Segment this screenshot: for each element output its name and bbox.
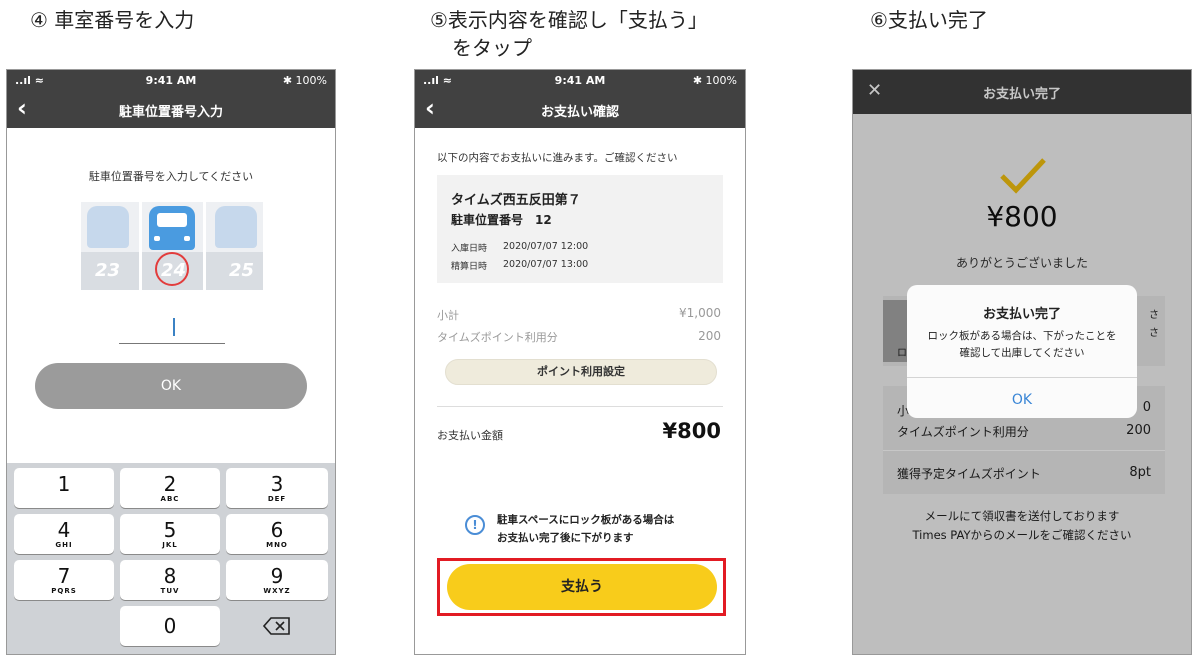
key-3[interactable]: 3 DEF	[226, 468, 328, 508]
entry-time-value: 2020/07/07 12:00	[503, 241, 589, 252]
numeric-keypad: 1 2 ABC 3 DEF 4 GHI 5 JKL 6 MNO 7 PQRS 8 TUV 9W…	[7, 463, 335, 654]
key-2[interactable]: 2 ABC	[120, 468, 220, 508]
dialog-message-line1: ロック板がある場合は、下がったことを	[927, 330, 1117, 342]
settle-time-label: 精算日時	[451, 262, 488, 272]
slot-number-line: 駐車位置番号 12	[451, 213, 552, 227]
settle-time-value: 2020/07/07 13:00	[503, 259, 589, 270]
amount-value: ¥800	[662, 419, 721, 443]
nav-bar: ‹ 駐車位置番号入力	[7, 92, 335, 128]
parking-details-card: タイムズ西五反田第７ 駐車位置番号 12 入庫日時 2020/07/07 12:…	[437, 175, 723, 283]
key-7[interactable]: 7 PQRS	[14, 560, 114, 600]
facility-name: タイムズ西五反田第７	[451, 193, 581, 208]
lock-notice-line2: お支払い完了後に下がります	[497, 532, 634, 544]
step5-caption-line2: をタップ	[452, 36, 532, 60]
highlighted-car-icon	[149, 206, 195, 250]
selected-slot-circle	[155, 252, 189, 286]
status-bar: ..ıl ≈ 9:41 AM ✱ 100%	[7, 70, 335, 92]
backspace-icon[interactable]	[262, 617, 291, 635]
step6-caption: ⑥支払い完了	[870, 8, 988, 32]
step4-caption: ④ 車室番号を入力	[30, 8, 195, 32]
ok-button[interactable]: OK	[35, 363, 307, 409]
status-bar: ..ıl ≈ 9:41 AM ✱ 100%	[415, 70, 745, 92]
phone-screen-payment-confirm: ..ıl ≈ 9:41 AM ✱ 100% ‹ お支払い確認 以下の内容でお支払…	[414, 69, 746, 655]
key-6[interactable]: 6 MNO	[226, 514, 328, 554]
key-1[interactable]: 1	[14, 468, 114, 508]
screen-title: お支払い確認	[540, 105, 619, 120]
key-8[interactable]: 8 TUV	[120, 560, 220, 600]
battery-icon: ✱ 100%	[692, 74, 737, 87]
key-5[interactable]: 5 JKL	[120, 514, 220, 554]
phone-screen-slot-input: ..ıl ≈ 9:41 AM ✱ 100% ‹ 駐車位置番号入力 駐車位置番号を…	[6, 69, 336, 655]
slot-label-23: 23	[95, 260, 121, 281]
phone-screen-payment-complete: ✕ お支払い完了 ¥800 ありがとうございました ロ さ さ 小 0 タイムズ…	[852, 69, 1192, 655]
dialog-ok-button[interactable]: OK	[907, 392, 1137, 408]
completion-alert-dialog: お支払い完了 ロック板がある場合は、下がったことを 確認して出庫してください O…	[907, 285, 1137, 418]
screen-title: 駐車位置番号入力	[118, 105, 223, 120]
parked-car-left	[87, 206, 129, 248]
points-used-value: 200	[698, 329, 721, 343]
slot-label-25: 25	[229, 260, 255, 281]
key-9[interactable]: 9 WXYZ	[226, 560, 328, 600]
dialog-title: お支払い完了	[982, 307, 1061, 322]
text-cursor	[173, 318, 175, 336]
amount-label: お支払い金額	[437, 429, 503, 442]
subtotal-label: 小計	[437, 309, 459, 322]
entry-time-label: 入庫日時	[451, 244, 488, 254]
key-4[interactable]: 4 GHI	[14, 514, 114, 554]
parking-illustration: 23 24 25	[81, 202, 263, 290]
divider	[437, 406, 723, 407]
subtotal-value: ¥1,000	[679, 306, 721, 320]
key-0[interactable]: 0	[120, 606, 220, 646]
battery-icon: ✱ 100%	[282, 74, 327, 87]
pay-button[interactable]: 支払う	[447, 564, 717, 610]
lock-notice-line1: 駐車スペースにロック板がある場合は	[497, 514, 675, 526]
nav-bar: ‹ お支払い確認	[415, 92, 745, 128]
dialog-message-line2: 確認して出庫してください	[959, 347, 1085, 359]
instruction-text: 駐車位置番号を入力してください	[88, 170, 254, 183]
info-icon: !	[465, 515, 485, 535]
step5-caption: ⑤表示内容を確認し「支払う」	[430, 8, 708, 32]
intro-text: 以下の内容でお支払いに進みます。ご確認ください	[437, 152, 678, 164]
points-used-label: タイムズポイント利用分	[437, 331, 558, 344]
slot-number-input[interactable]	[119, 318, 225, 344]
point-settings-button[interactable]: ポイント利用設定	[445, 359, 717, 385]
parked-car-right	[215, 206, 257, 248]
